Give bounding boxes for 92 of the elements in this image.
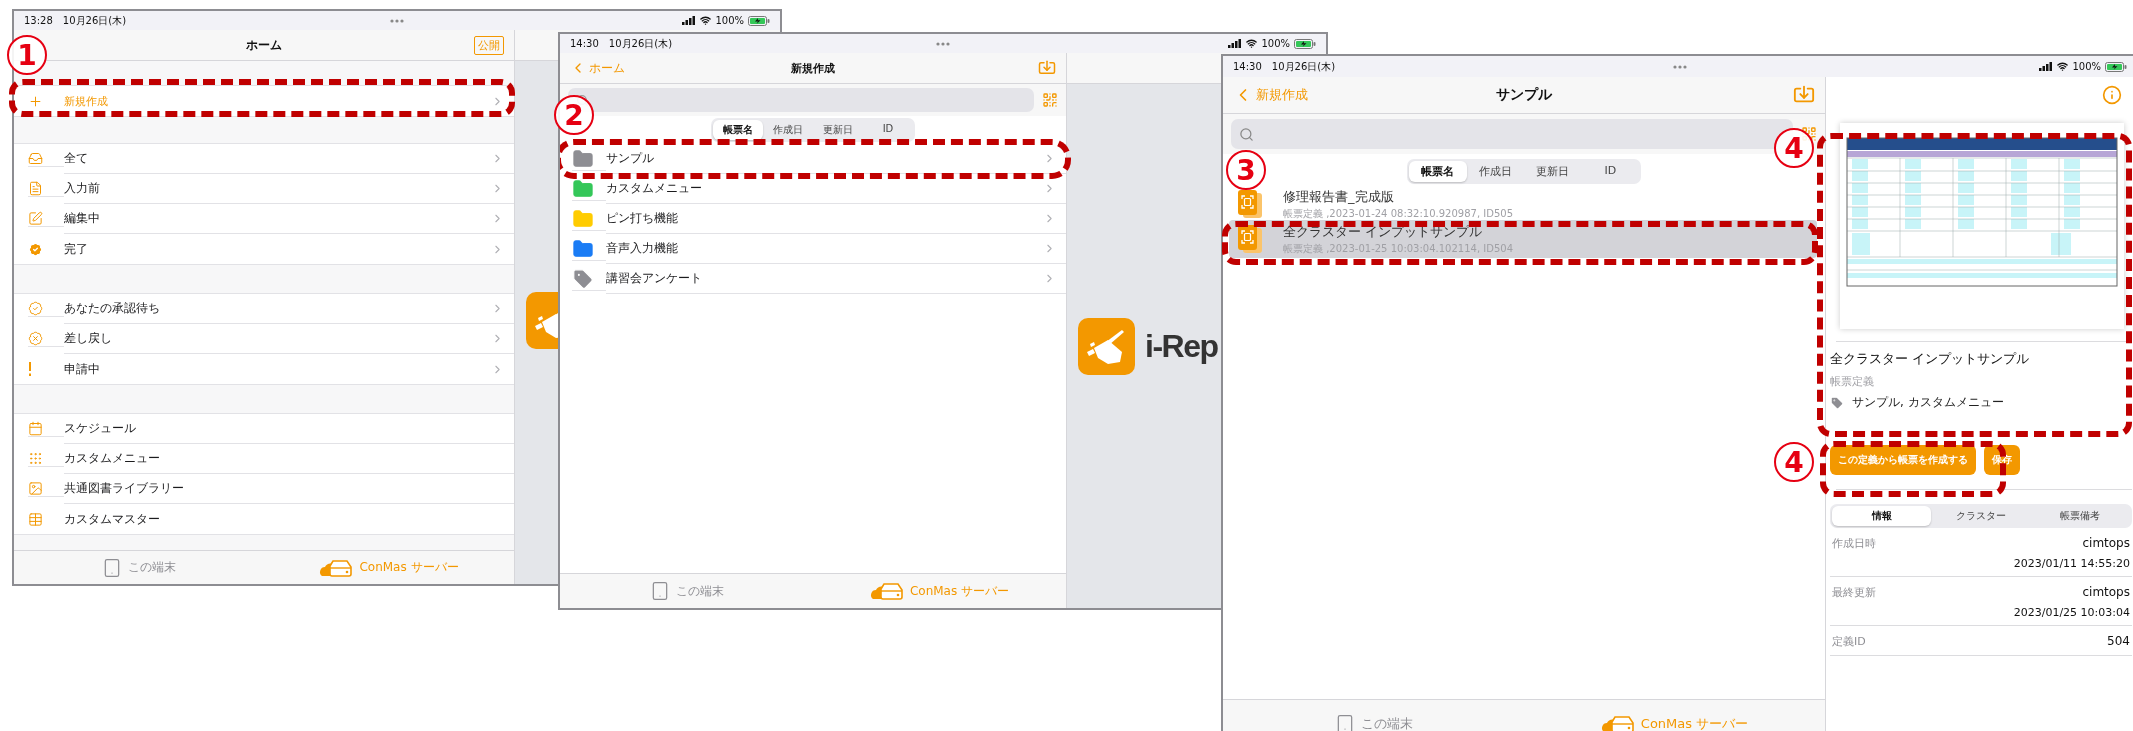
sort-tab[interactable]: 更新日	[1524, 160, 1582, 182]
check-badge-icon	[28, 301, 43, 316]
import-icon[interactable]	[1038, 59, 1056, 77]
sort-tab[interactable]: 更新日	[813, 120, 863, 140]
document-scan-icon	[1237, 224, 1263, 254]
menu-label: 共通図書ライブラリー	[64, 480, 185, 497]
exclamation-icon	[28, 362, 32, 376]
plus-icon	[28, 93, 43, 109]
nav-title: ホーム	[246, 36, 282, 54]
info-icon[interactable]	[2102, 85, 2122, 105]
menu-label: 全て	[64, 150, 89, 167]
sort-tab[interactable]: ID	[1581, 160, 1639, 182]
info-tab[interactable]: 情報	[1832, 506, 1932, 526]
table-icon	[28, 511, 43, 527]
folder-label: 講習会アンケート	[606, 270, 703, 287]
signal-icon	[682, 16, 697, 25]
wifi-icon	[1246, 38, 1258, 49]
info-value: 504	[2106, 634, 2130, 649]
step-marker: 1	[7, 35, 47, 75]
info-value: cimtops	[2081, 536, 2130, 551]
sort-tab[interactable]: 作成日	[1466, 160, 1524, 182]
nav-title: サンプル	[1496, 86, 1552, 104]
signal-icon	[2039, 62, 2054, 71]
menu-label: 入力前	[64, 180, 101, 197]
menu-label: スケジュール	[64, 420, 137, 437]
battery-icon	[748, 15, 770, 26]
cloud-server-icon	[319, 558, 354, 577]
sort-tab[interactable]: 帳票名	[1409, 160, 1467, 182]
sort-tab[interactable]: 作成日	[763, 120, 813, 140]
info-label: 定義ID	[1832, 634, 1866, 649]
status-time: 14:30	[1233, 61, 1262, 72]
menu-label: 完了	[64, 240, 89, 258]
image-icon	[28, 481, 43, 496]
more-icon	[1673, 64, 1687, 69]
battery-percent: 100%	[715, 15, 744, 26]
document-scan-icon	[1237, 189, 1263, 219]
definition-title: 全クラスター インプットサンプル	[1830, 350, 2031, 368]
battery-percent: 100%	[1261, 38, 1290, 49]
wifi-icon	[2057, 61, 2069, 72]
nav-title: 新規作成	[791, 60, 835, 76]
check-badge-icon	[28, 241, 43, 257]
edit-icon	[28, 211, 43, 226]
info-tab[interactable]: クラスター	[1931, 506, 2031, 526]
folder-label: ピン打ち機能	[606, 210, 679, 227]
tag-icon	[1830, 395, 1844, 410]
battery-icon	[1294, 38, 1316, 49]
tag-list: サンプル, カスタムメニュー	[1852, 394, 2004, 411]
folder-label: カスタムメニュー	[606, 180, 703, 197]
folder-label: 音声入力機能	[606, 240, 679, 257]
info-timestamp: 2023/01/25 10:03:04	[2012, 606, 2130, 619]
wifi-icon	[700, 15, 712, 26]
folder-row[interactable]: カスタムメニュー	[560, 174, 1066, 204]
info-label: 作成日時	[1832, 536, 1876, 551]
status-date: 10月26日(木)	[1271, 59, 1336, 74]
cloud-server-icon	[869, 582, 904, 600]
folder-label: サンプル	[606, 150, 655, 167]
app-logo	[1078, 318, 1135, 375]
x-badge-icon	[28, 331, 43, 346]
calendar-icon	[28, 421, 43, 436]
battery-icon	[2105, 61, 2127, 72]
document-icon	[28, 181, 43, 196]
form-title: 修理報告書_完成版	[1283, 187, 1395, 206]
info-timestamp: 2023/01/11 14:55:20	[2012, 557, 2130, 570]
menu-label: カスタムメニュー	[64, 450, 161, 467]
menu-label: 新規作成	[64, 93, 109, 109]
tablet-icon	[102, 557, 122, 578]
dots-grid-icon	[28, 451, 43, 466]
signal-icon	[1228, 39, 1243, 48]
more-icon	[390, 18, 404, 23]
menu-label: あなたの承認待ち	[64, 300, 161, 317]
more-icon	[936, 41, 950, 46]
definition-type: 帳票定義	[1830, 374, 1875, 389]
menu-label: 差し戻し	[64, 330, 113, 347]
info-label: 最終更新	[1832, 585, 1876, 600]
info-tab[interactable]: 帳票備考	[2030, 506, 2130, 526]
battery-percent: 100%	[2072, 61, 2101, 72]
qr-code-icon[interactable]	[1042, 92, 1058, 108]
sort-tab[interactable]: ID	[863, 120, 913, 140]
form-title: 全クラスター インプットサンプル	[1283, 222, 1484, 241]
search-icon	[1239, 126, 1254, 142]
status-date: 10月26日(木)	[62, 13, 127, 28]
status-date: 10月26日(木)	[608, 36, 673, 51]
info-value: cimtops	[2081, 585, 2130, 600]
status-time: 14:30	[570, 38, 599, 49]
inbox-icon	[28, 151, 43, 166]
menu-label: カスタムマスター	[64, 510, 161, 528]
status-time: 13:28	[24, 15, 53, 26]
menu-label: 申請中	[64, 360, 101, 378]
sort-tab[interactable]: 帳票名	[713, 120, 763, 140]
brand-name: i-Rep	[1145, 328, 1218, 365]
menu-label: 編集中	[64, 210, 101, 227]
form-subtitle: 帳票定義 ,2023-01-24 08:32:10.920987, ID505	[1283, 206, 1513, 221]
